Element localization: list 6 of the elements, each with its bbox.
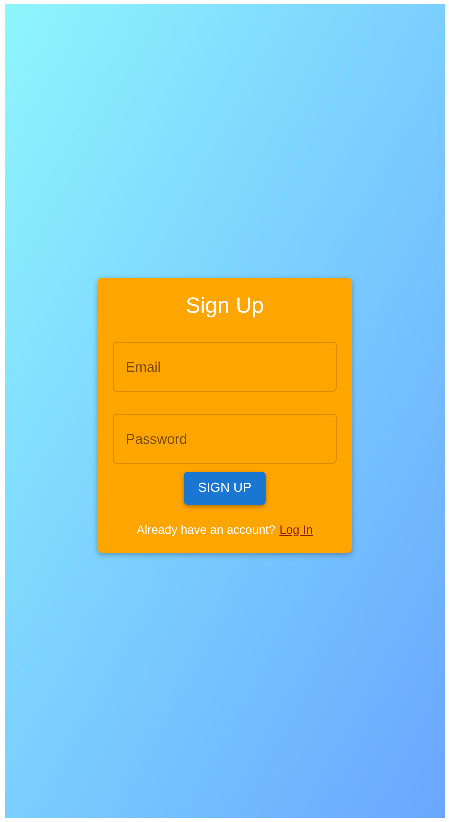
- login-link[interactable]: Log In: [280, 520, 314, 538]
- card-title: Sign Up: [186, 292, 264, 320]
- signup-button[interactable]: SIGN UP: [184, 472, 266, 504]
- input-field[interactable]: Email: [113, 342, 337, 392]
- input-field[interactable]: Password: [113, 414, 337, 464]
- login-prompt: Already have an account?: [136, 522, 276, 538]
